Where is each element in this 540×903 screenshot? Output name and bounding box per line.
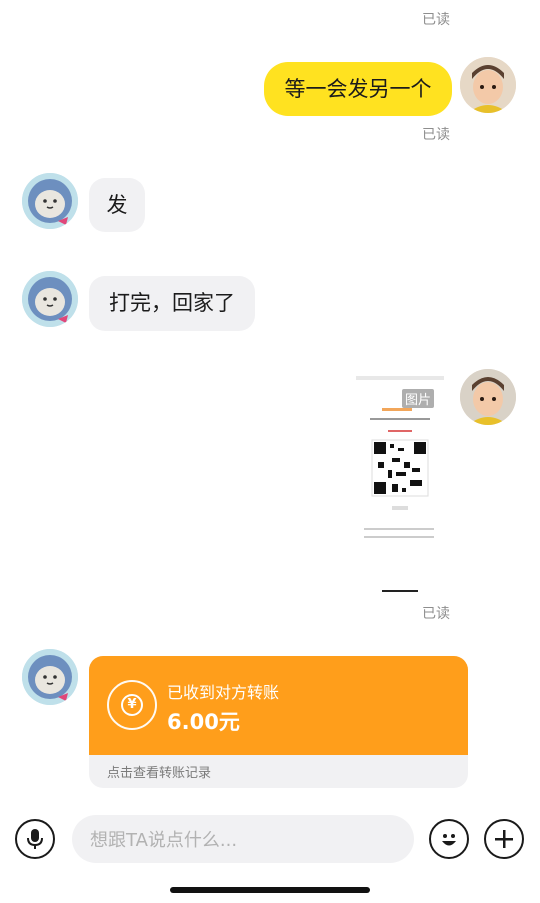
contact-message-bubble[interactable]: 发	[89, 178, 145, 232]
image-label: 图片	[402, 389, 435, 408]
image-message[interactable]: 图片	[352, 372, 448, 592]
emoji-icon	[442, 834, 456, 846]
transfer-footer[interactable]: 点击查看转账记录	[89, 755, 468, 788]
plus-icon	[495, 830, 513, 848]
transfer-card[interactable]: ¥ 已收到对方转账 6.00元 点击查看转账记录	[89, 656, 468, 788]
my-avatar[interactable]	[460, 369, 516, 425]
my-message-bubble[interactable]: 等一会发另一个	[264, 62, 452, 116]
home-indicator[interactable]	[170, 887, 370, 893]
my-avatar[interactable]	[460, 57, 516, 113]
contact-avatar[interactable]	[22, 649, 78, 705]
message-text: 等一会发另一个	[284, 76, 432, 101]
plus-button[interactable]	[484, 819, 524, 859]
seal-avatar-icon	[22, 271, 78, 327]
message-input-placeholder: 想跟TA说点什么...	[90, 830, 238, 851]
transfer-title: 已收到对方转账	[167, 683, 280, 702]
transfer-amount: 6.00元	[167, 710, 240, 734]
seal-avatar-icon	[22, 173, 78, 229]
input-bar: 想跟TA说点什么...	[0, 800, 540, 880]
seal-avatar-icon	[22, 649, 78, 705]
contact-avatar[interactable]	[22, 271, 78, 327]
message-text: 打完，回家了	[109, 291, 235, 315]
transfer-coin-icon: ¥	[107, 680, 157, 730]
child-photo-avatar	[460, 57, 516, 113]
read-status: 已读	[422, 606, 450, 622]
transfer-card-body: ¥ 已收到对方转账 6.00元	[89, 656, 468, 755]
message-text: 发	[106, 192, 128, 217]
message-input[interactable]: 想跟TA说点什么...	[72, 815, 414, 863]
yuan-icon: ¥	[121, 694, 143, 716]
emoji-button[interactable]	[429, 819, 469, 859]
voice-button[interactable]	[15, 819, 55, 859]
contact-message-bubble[interactable]: 打完，回家了	[89, 276, 255, 331]
child-photo-avatar	[460, 369, 516, 425]
read-status: 已读	[422, 12, 450, 28]
voice-icon	[27, 829, 43, 849]
read-status: 已读	[422, 127, 450, 143]
contact-avatar[interactable]	[22, 173, 78, 229]
